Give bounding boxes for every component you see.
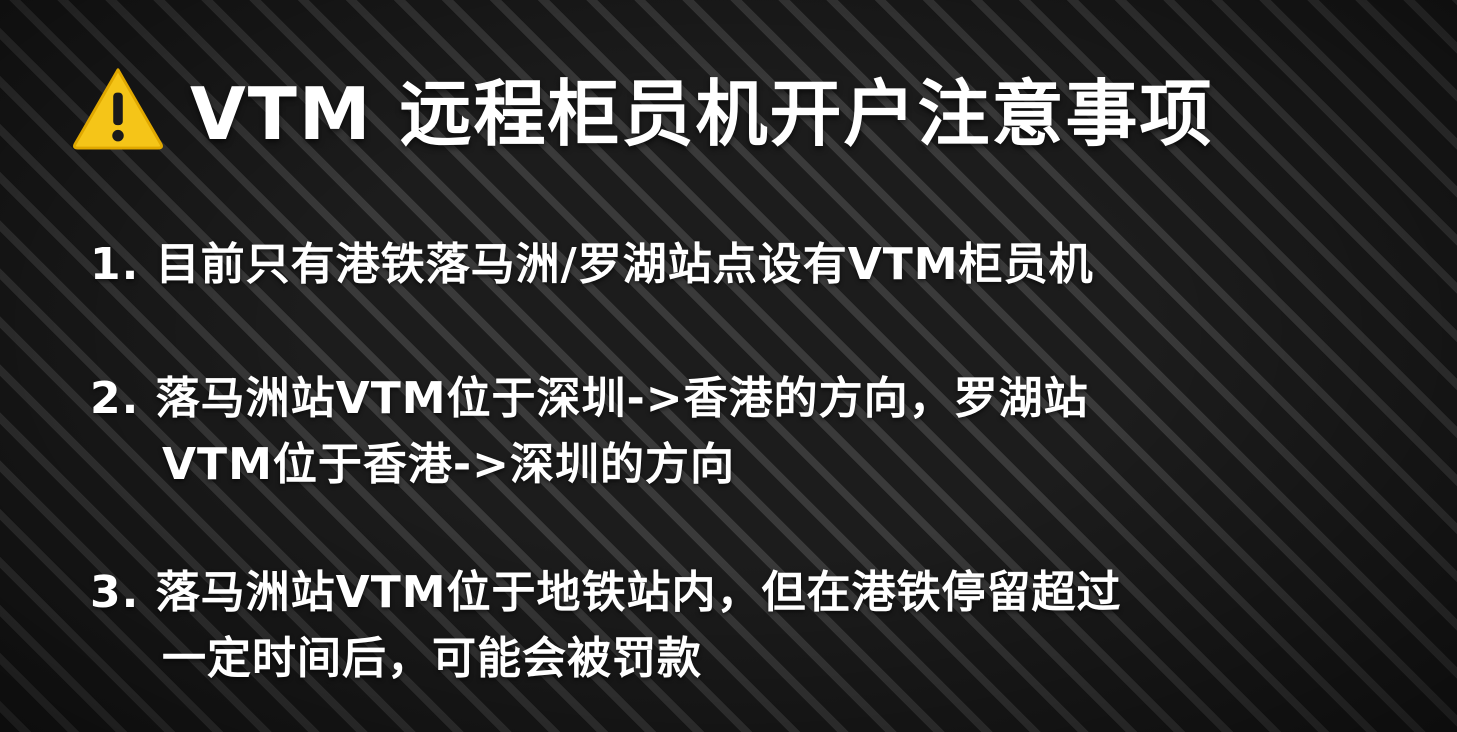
notice-item-2: 2. 落马洲站VTM位于深圳->香港的方向，罗湖站 VTM位于香港->深圳的方向 [90,366,1089,498]
notice-item-3: 3. 落马洲站VTM位于地铁站内，但在港铁停留超过 一定时间后，可能会被罚款 [90,560,1122,692]
page-title: VTM 远程柜员机开户注意事项 [70,52,1214,162]
notice-item-1-line-1: 1. 目前只有港铁落马洲/罗湖站点设有VTM柜员机 [90,239,1094,290]
notice-item-3-line-2: 一定时间后，可能会被罚款 [162,633,702,684]
notice-item-1: 1. 目前只有港铁落马洲/罗湖站点设有VTM柜员机 [90,232,1094,298]
notice-item-3-line-1: 3. 落马洲站VTM位于地铁站内，但在港铁停留超过 [90,567,1122,618]
notice-item-2-line-1: 2. 落马洲站VTM位于深圳->香港的方向，罗湖站 [90,373,1089,424]
title-text: VTM 远程柜员机开户注意事项 [190,71,1214,156]
notice-item-2-line-2: VTM位于香港->深圳的方向 [162,439,735,490]
warning-icon [73,68,163,150]
